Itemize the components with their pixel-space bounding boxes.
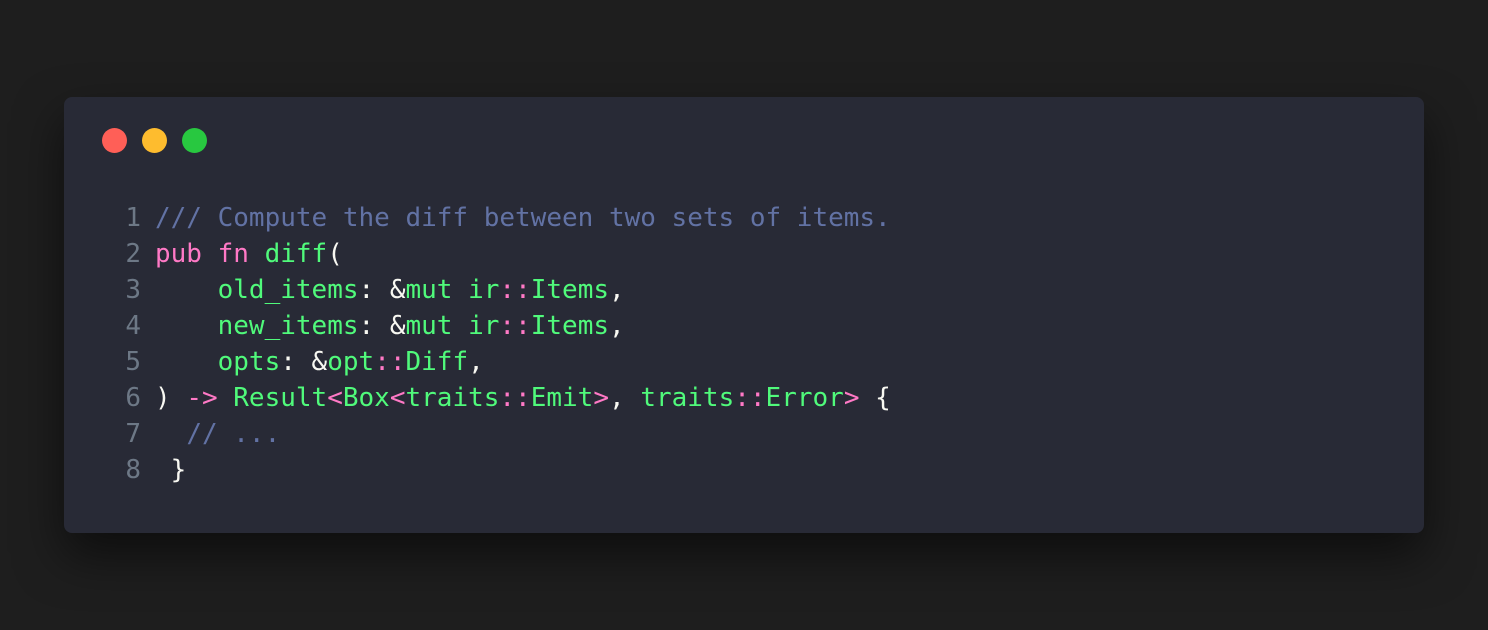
code-token: ::	[499, 311, 531, 341]
code-token: ->	[186, 383, 218, 413]
code-token: ::	[499, 275, 531, 305]
code-line: 4 new_items: &mut ir::Items,	[64, 308, 891, 344]
code-token: opt	[327, 347, 375, 377]
code-line: 6) -> Result<Box<traits::Emit>, traits::…	[64, 380, 891, 416]
code-token: /// Compute the diff between two sets of…	[155, 203, 891, 233]
code-line: 7 // ...	[64, 416, 891, 452]
code-token: ::	[734, 383, 766, 413]
line-number: 6	[125, 383, 141, 413]
minimize-window-dot[interactable]	[142, 128, 167, 153]
line-number: 1	[125, 203, 141, 233]
code-token: ,	[609, 275, 625, 305]
code-token: Diff	[405, 347, 469, 377]
line-number: 8	[125, 455, 141, 485]
code-token: old_items	[217, 275, 359, 305]
code-token: Result	[233, 383, 328, 413]
code-line: 2 pub fn diff(	[64, 236, 891, 272]
code-token: ::	[374, 347, 406, 377]
line-number: 3	[125, 275, 141, 305]
code-token: ,	[609, 311, 625, 341]
code-line: 3 old_items: &mut ir::Items,	[64, 272, 891, 308]
code-token: fn	[217, 239, 249, 269]
code-token: Box	[342, 383, 390, 413]
code-token: <	[327, 383, 343, 413]
code-token: }	[155, 455, 187, 485]
code-token: Items	[530, 311, 610, 341]
line-number: 4	[125, 311, 141, 341]
code-line: 1 /// Compute the diff between two sets o…	[64, 200, 891, 236]
code-token: <	[389, 383, 406, 413]
code-token: traits	[640, 383, 735, 413]
line-number: 5	[125, 347, 141, 377]
code-line: 5 opts: &opt::Diff,	[64, 344, 891, 380]
code-token: pub	[155, 239, 202, 269]
code-token: >	[843, 383, 860, 413]
code-block: 1 /// Compute the diff between two sets o…	[64, 200, 891, 488]
code-token: ,	[609, 383, 641, 413]
line-number: 7	[125, 419, 141, 449]
code-token: ir	[468, 311, 500, 341]
code-line: 8 }	[64, 452, 891, 488]
code-token: traits	[405, 383, 500, 413]
code-token: : &	[358, 275, 406, 305]
code-token: ,	[468, 347, 484, 377]
line-number: 2	[125, 239, 141, 269]
code-token: opts	[217, 347, 281, 377]
code-token: ir	[468, 275, 500, 305]
code-token: new_items	[217, 311, 359, 341]
code-window: 1 /// Compute the diff between two sets o…	[64, 97, 1424, 533]
code-token: {	[859, 383, 891, 413]
code-token: : &	[358, 311, 406, 341]
code-token: diff	[264, 239, 328, 269]
code-token: )	[155, 383, 171, 413]
close-window-dot[interactable]	[102, 128, 127, 153]
maximize-window-dot[interactable]	[182, 128, 207, 153]
code-token: Error	[765, 383, 844, 413]
code-token: mut	[405, 311, 453, 341]
code-token: ::	[499, 383, 531, 413]
code-token: Items	[530, 275, 610, 305]
code-token: // ...	[186, 419, 281, 449]
code-token: : &	[280, 347, 328, 377]
code-token: >	[593, 383, 609, 413]
code-token: (	[327, 239, 343, 269]
code-token: Emit	[530, 383, 594, 413]
code-token: mut	[405, 275, 453, 305]
